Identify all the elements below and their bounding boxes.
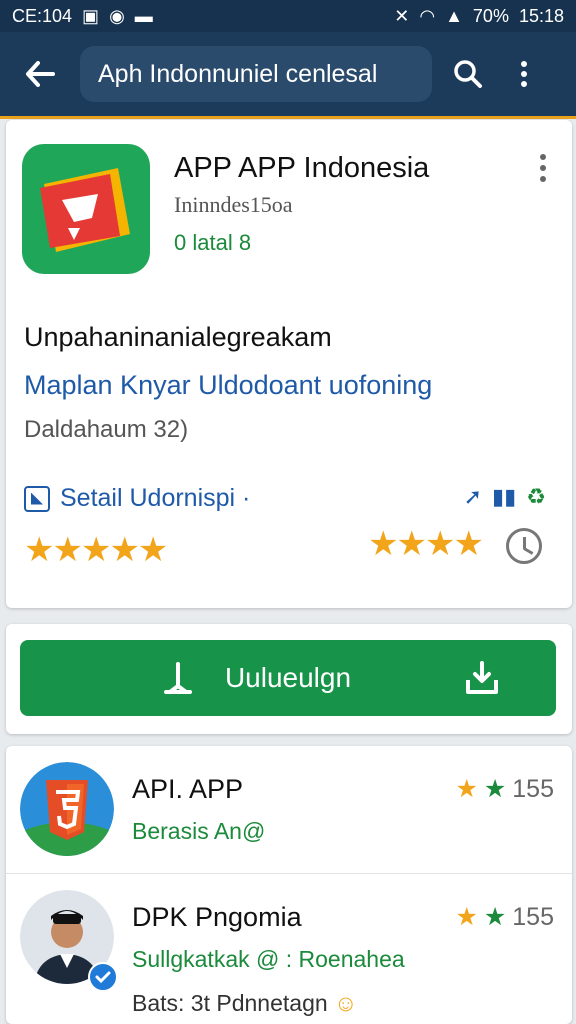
install-button[interactable]: Uulueulgn — [20, 640, 556, 716]
verified-badge-icon — [88, 962, 118, 992]
card-more-icon[interactable] — [536, 154, 550, 188]
image-icon: ▣ — [82, 5, 100, 26]
list-item-rating-value: 155 — [512, 902, 554, 931]
list-item[interactable]: API. APP Berasis An@ ★ ★ 155 — [6, 746, 572, 874]
app-bar: Aph Indonnuniel cenlesal — [0, 32, 576, 116]
app-developer[interactable]: Ininndes15oa — [174, 192, 293, 218]
status-left-text: CE:104 — [12, 5, 73, 26]
html5-shield-icon — [20, 762, 114, 856]
install-status: 0 latal 8 — [174, 230, 252, 255]
list-item-extra-text: Bats: 3t Pdnnetagn — [132, 990, 328, 1016]
list-item-subtitle: Berasis An@ — [132, 818, 266, 844]
pin-icon — [164, 662, 192, 694]
recycle-icon: ♻ — [526, 484, 546, 509]
list-item-rating-value: 155 — [512, 774, 554, 803]
app-title: APP APP Indonesia — [174, 152, 430, 184]
mute-icon: ✕ — [394, 5, 410, 26]
clock-time: 15:18 — [518, 5, 564, 26]
install-button-label: Uulueulgn — [224, 662, 352, 693]
install-card: Uulueulgn — [6, 624, 572, 734]
list-item-extra: Bats: 3t Pdnnetagn ☺ — [132, 990, 358, 1017]
detail-label: Setail Udornispi · — [60, 484, 251, 512]
list-item[interactable]: DPK Pngomia Sullgkatkak @ : Roenahea Bat… — [6, 874, 572, 1024]
meta-icons: ➚ ▮▮ ♻ — [464, 484, 546, 510]
smile-emoji-icon: ☺ — [334, 990, 358, 1016]
sync-icon: ◉ — [109, 5, 125, 26]
list-item-title: DPK Pngomia — [132, 902, 302, 932]
description-link[interactable]: Maplan Knyar Uldodoant uofoning — [24, 370, 432, 401]
search-icon[interactable] — [446, 52, 490, 96]
list-item-subtitle: Sullgkatkak @ : Roenahea — [132, 946, 405, 972]
list-item-rating: ★ ★ 155 — [455, 902, 554, 932]
download-icon — [466, 661, 498, 694]
app-logo-icon — [22, 144, 150, 274]
rating-stars-left: ★★★★★ — [24, 531, 168, 569]
search-input[interactable]: Aph Indonnuniel cenlesal — [80, 46, 432, 102]
signal-icon: ▲ — [445, 5, 463, 26]
more-options-icon[interactable] — [502, 52, 546, 96]
list-item-title: API. APP — [132, 774, 244, 804]
list-item-rating: ★ ★ 155 — [455, 774, 554, 804]
related-apps-card: API. APP Berasis An@ ★ ★ 155 DPK Pngomia … — [6, 746, 572, 1024]
detail-link[interactable]: Setail Udornispi · — [24, 484, 250, 513]
description-subtitle: Daldahaum 32) — [24, 416, 189, 443]
clock-icon[interactable] — [506, 528, 542, 564]
trend-icon: ➚ — [463, 484, 483, 509]
description-title: Unpahaninanialegreakam — [24, 322, 332, 352]
wifi-icon: ◠ — [419, 5, 436, 26]
message-icon: ▬ — [134, 5, 153, 26]
back-arrow-icon[interactable] — [18, 52, 62, 96]
battery-percent: 70% — [472, 5, 509, 26]
status-bar: CE:104 ▣ ◉ ▬ ✕ ◠ ▲ 70% 15:18 — [0, 0, 576, 32]
detail-icon — [24, 485, 50, 512]
app-detail-card: APP APP Indonesia Ininndes15oa 0 latal 8… — [6, 120, 572, 608]
bars-icon: ▮▮ — [492, 484, 517, 509]
rating-stars-right: ★★★★ — [368, 525, 484, 563]
